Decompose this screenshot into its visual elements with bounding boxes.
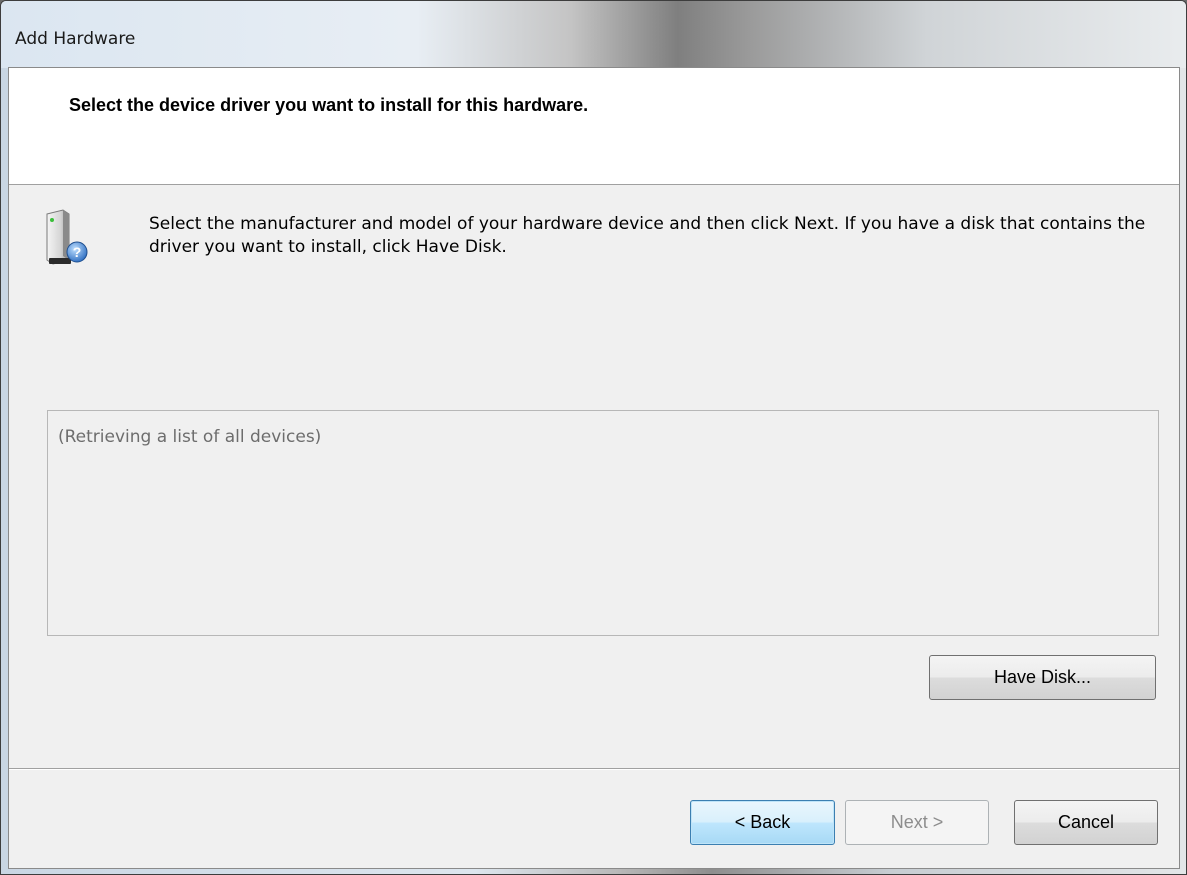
instructions-text: Select the manufacturer and model of you… xyxy=(149,214,1146,257)
add-hardware-window: Add Hardware Select the device driver yo… xyxy=(0,0,1187,875)
page-title: Select the device driver you want to ins… xyxy=(69,95,589,115)
device-list-status: (Retrieving a list of all devices) xyxy=(58,427,322,447)
back-button[interactable]: < Back xyxy=(690,800,835,845)
hardware-device-question-icon: ? xyxy=(46,209,88,265)
window-title: Add Hardware xyxy=(15,29,136,49)
svg-text:?: ? xyxy=(73,244,82,260)
wizard-header: Select the device driver you want to ins… xyxy=(9,68,1179,185)
have-disk-button[interactable]: Have Disk... xyxy=(929,655,1156,700)
wizard-client-area: Select the device driver you want to ins… xyxy=(8,67,1180,869)
device-list[interactable]: (Retrieving a list of all devices) xyxy=(47,410,1159,636)
next-button[interactable]: Next > xyxy=(845,800,989,845)
footer-divider xyxy=(9,768,1179,770)
title-bar[interactable]: Add Hardware xyxy=(1,1,1186,68)
cancel-button[interactable]: Cancel xyxy=(1014,800,1158,845)
